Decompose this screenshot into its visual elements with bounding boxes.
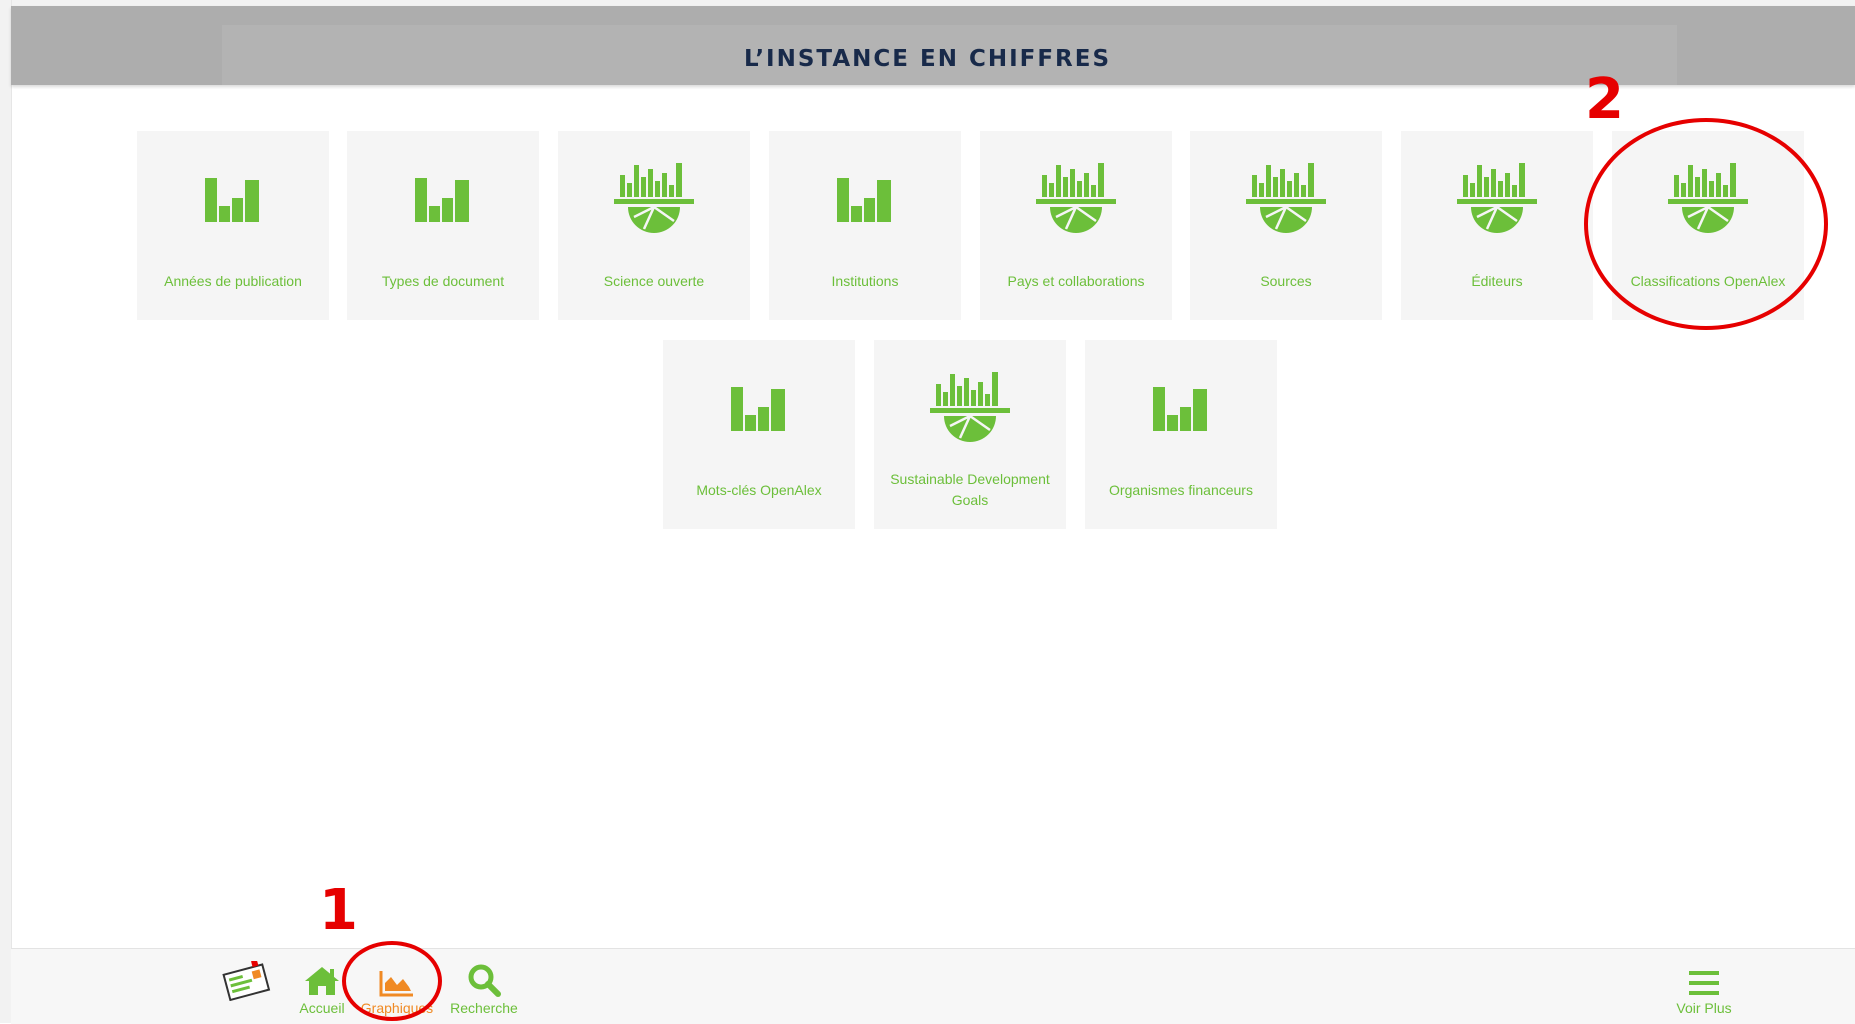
nav-voir-plus-label: Voir Plus xyxy=(1676,1000,1732,1016)
bar-pie-chart-icon xyxy=(1668,163,1748,233)
tile-label: Années de publication xyxy=(164,272,302,289)
tile-label: Types de document xyxy=(381,272,505,289)
bar-pie-chart-icon xyxy=(930,372,1010,442)
tile-types-document[interactable]: Types de document xyxy=(347,131,539,320)
annotation-step-1: 1 xyxy=(319,878,358,943)
bar-pie-chart-icon xyxy=(1036,163,1116,233)
tile-sources[interactable]: Sources xyxy=(1190,131,1382,320)
home-icon xyxy=(305,967,339,995)
annotation-step-2: 2 xyxy=(1585,67,1624,132)
tile-label: Éditeurs xyxy=(1471,272,1523,289)
tile-label: Organismes financeurs xyxy=(1109,481,1253,498)
nav-recherche-label: Recherche xyxy=(450,1000,518,1016)
page-title: L’INSTANCE EN CHIFFRES xyxy=(743,46,1112,72)
window-left-border xyxy=(0,0,12,1023)
nav-recherche[interactable]: Recherche xyxy=(444,949,524,1024)
bar-chart-icon xyxy=(731,387,785,431)
nav-voir-plus[interactable]: Voir Plus xyxy=(1664,949,1744,1024)
tile-label: Sustainable Development Goals xyxy=(890,471,1050,508)
app-logo-button[interactable] xyxy=(217,949,277,1024)
bar-chart-icon xyxy=(205,178,259,222)
nav-graphiques-label: Graphiques xyxy=(360,1000,434,1016)
tile-annees-publication[interactable]: Années de publication xyxy=(137,131,329,320)
tile-classifications-openalex[interactable]: Classifications OpenAlex xyxy=(1612,131,1804,320)
nav-accueil-label: Accueil xyxy=(299,1000,345,1016)
tile-institutions[interactable]: Institutions xyxy=(769,131,961,320)
tile-organismes-financeurs[interactable]: Organismes financeurs xyxy=(1085,340,1277,529)
nav-graphiques[interactable]: Graphiques xyxy=(357,949,437,1024)
search-icon xyxy=(468,964,501,997)
bar-chart-icon xyxy=(1153,387,1207,431)
bar-chart-icon xyxy=(415,178,469,222)
tile-label: Institutions xyxy=(831,272,899,289)
tile-label: Mots-clés OpenAlex xyxy=(696,481,822,498)
bottom-nav-bar: Accueil Graphiques Recherche Voir Plus xyxy=(11,948,1855,1024)
area-chart-icon xyxy=(379,971,413,997)
bar-pie-chart-icon xyxy=(1457,163,1537,233)
tile-science-ouverte[interactable]: Science ouverte xyxy=(558,131,750,320)
bar-pie-chart-icon xyxy=(614,163,694,233)
tile-label: Pays et collaborations xyxy=(1007,272,1145,289)
bar-pie-chart-icon xyxy=(1246,163,1326,233)
tile-mots-cles-openalex[interactable]: Mots-clés OpenAlex xyxy=(663,340,855,529)
app-logo-icon xyxy=(222,961,271,1001)
tile-sustainable-development-goals[interactable]: Sustainable Development Goals xyxy=(874,340,1066,529)
tile-editeurs[interactable]: Éditeurs xyxy=(1401,131,1593,320)
menu-icon xyxy=(1689,971,1719,995)
bar-chart-icon xyxy=(837,178,891,222)
tile-pays-collaborations[interactable]: Pays et collaborations xyxy=(980,131,1172,320)
tile-label: Sources xyxy=(1260,272,1312,289)
nav-accueil[interactable]: Accueil xyxy=(294,949,350,1024)
tile-label: Classifications OpenAlex xyxy=(1630,272,1786,289)
tile-label: Science ouverte xyxy=(603,272,705,289)
